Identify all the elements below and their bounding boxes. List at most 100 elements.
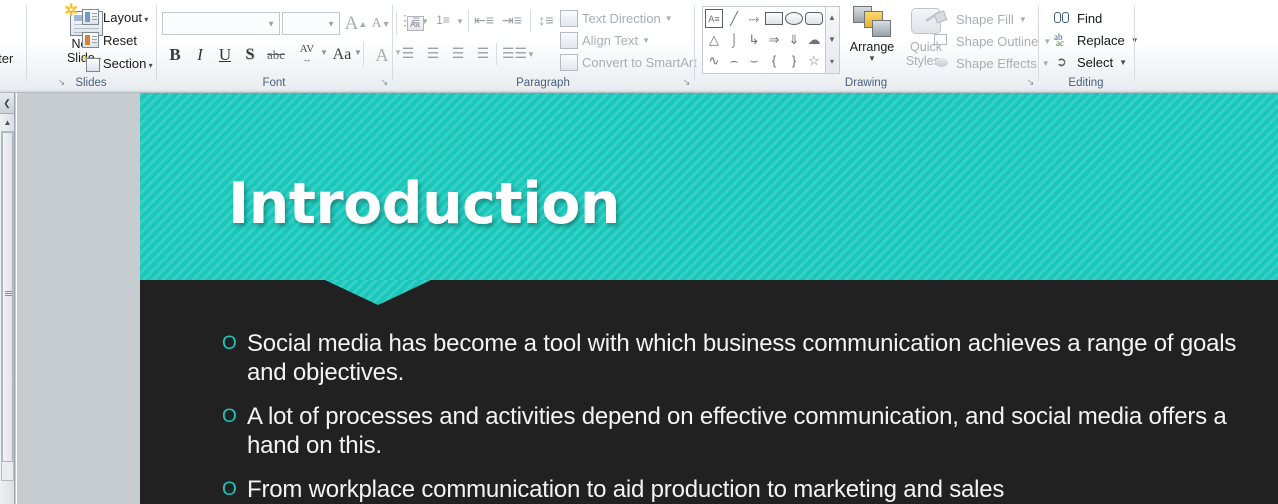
text-direction-button[interactable]: Text Direction ▼ <box>560 10 673 27</box>
chevron-down-icon[interactable]: ▼ <box>354 48 362 57</box>
list-item[interactable]: O From workplace communication to aid pr… <box>222 475 1262 504</box>
shapes-scroll-up-icon[interactable]: ▲ <box>826 7 838 28</box>
find-label: Find <box>1077 10 1103 26</box>
replace-label: Replace <box>1077 32 1125 48</box>
chevron-down-icon[interactable]: ▼ <box>320 48 328 57</box>
elbow-connector-shape-icon[interactable]: ⌡ <box>725 30 743 49</box>
rounded-rectangle-shape-icon[interactable] <box>805 12 823 25</box>
scribble-shape-icon[interactable]: ∿ <box>705 51 723 70</box>
ribbon-group-drawing: A≡ ╱ ⤑ △ ⌡ ↳ ⇒ ⇓ ☁ ∿ ⌢ ⌣ { } ☆ ▲ ▼ ▾ Arr… <box>694 0 1051 92</box>
ribbon: inter ✲ New Slide Layout Reset <box>0 0 1278 93</box>
font-name-combobox[interactable]: ▼ <box>162 12 280 35</box>
editing-group-label: Editing <box>1068 77 1104 89</box>
text-box-shape-icon[interactable]: A≡ <box>705 9 723 28</box>
elbow-arrow-connector-shape-icon[interactable]: ↳ <box>745 30 763 49</box>
select-button[interactable]: ➲ Select ▼ <box>1054 54 1127 70</box>
shape-fill-button[interactable]: Shape Fill ▼ <box>933 10 1027 27</box>
replace-button[interactable]: ab ac Replace ▼ <box>1054 32 1139 48</box>
font-color-button[interactable]: A <box>370 43 394 67</box>
change-case-label: Aa <box>332 46 352 63</box>
shapes-gallery[interactable]: A≡ ╱ ⤑ △ ⌡ ↳ ⇒ ⇓ ☁ ∿ ⌢ ⌣ { } ☆ <box>702 6 826 74</box>
grow-font-button[interactable]: A ▲ <box>344 12 368 35</box>
chevron-down-icon[interactable]: ▼ <box>421 17 429 26</box>
curve-shape-icon[interactable]: ⌢ <box>725 51 743 70</box>
shape-outline-icon <box>934 33 951 49</box>
slide-canvas[interactable]: Introduction O Social media has become a… <box>140 93 1278 504</box>
drawing-dialog-launcher[interactable] <box>1025 77 1036 88</box>
bold-button[interactable]: B <box>164 43 186 67</box>
italic-button[interactable]: I <box>189 43 211 67</box>
shapes-more-icon[interactable]: ▾ <box>826 51 838 72</box>
arrange-button[interactable]: Arrange ▼ <box>846 4 898 76</box>
shapes-gallery-scrollbar[interactable]: ▲ ▼ ▾ <box>826 6 840 74</box>
shrink-font-button[interactable]: A ▼ <box>369 12 393 35</box>
align-center-icon[interactable]: ☰ <box>423 44 443 62</box>
list-item[interactable]: O A lot of processes and activities depe… <box>222 402 1262 460</box>
align-right-icon[interactable]: ☰ <box>448 44 468 62</box>
font-dialog-launcher[interactable] <box>379 77 390 88</box>
shape-outline-button[interactable]: Shape Outline ▼ <box>934 33 1051 49</box>
layout-label: Layout <box>103 10 148 25</box>
pane-scrollbar-track[interactable] <box>1 131 14 481</box>
layout-button[interactable]: Layout <box>82 6 148 28</box>
scroll-up-button[interactable]: ▲ <box>1 115 14 130</box>
arc-shape-icon[interactable]: ⌣ <box>745 51 763 70</box>
pane-scrollbar-thumb[interactable] <box>2 132 13 462</box>
list-item[interactable]: O Social media has become a tool with wh… <box>222 329 1262 387</box>
shapes-scroll-down-icon[interactable]: ▼ <box>826 29 838 50</box>
layout-icon <box>82 9 99 25</box>
scrollbar-grip <box>5 291 12 297</box>
text-shadow-button[interactable]: S <box>239 43 261 67</box>
underline-button[interactable]: U <box>214 43 236 67</box>
down-arrow-shape-icon[interactable]: ⇓ <box>785 30 803 49</box>
bullet-text: Social media has become a tool with whic… <box>247 330 1237 386</box>
right-brace-shape-icon[interactable]: } <box>785 51 803 70</box>
paragraph-dialog-launcher[interactable] <box>681 77 692 88</box>
bullets-icon[interactable]: ⋮≡ <box>398 11 420 29</box>
justify-icon[interactable]: ☰ <box>473 44 493 62</box>
triangle-shape-icon[interactable]: △ <box>705 30 723 49</box>
section-label: Section <box>103 56 153 71</box>
convert-to-smartart-button[interactable]: Convert to SmartArt ▼ <box>560 54 709 71</box>
character-spacing-button[interactable]: AV ↔ <box>292 41 322 67</box>
arrow-line-shape-icon[interactable]: ⤑ <box>745 9 763 28</box>
divider <box>496 43 497 65</box>
numbering-icon[interactable]: 1≡ <box>433 11 453 29</box>
powerpoint-window: inter ✲ New Slide Layout Reset <box>0 0 1278 504</box>
oval-shape-icon[interactable] <box>785 12 803 25</box>
star-shape-icon[interactable]: ☆ <box>805 51 823 70</box>
cloud-shape-icon[interactable]: ☁ <box>805 30 823 49</box>
left-brace-shape-icon[interactable]: { <box>765 51 783 70</box>
chevron-down-icon[interactable]: ▼ <box>456 17 464 26</box>
select-label: Select <box>1077 54 1114 70</box>
grow-font-label: A <box>344 12 359 34</box>
find-button[interactable]: Find <box>1054 10 1102 26</box>
right-arrow-shape-icon[interactable]: ⇒ <box>765 30 783 49</box>
slide-body-placeholder[interactable]: O Social media has become a tool with wh… <box>222 329 1262 504</box>
reset-label: Reset <box>103 32 137 48</box>
strikethrough-button[interactable]: abc <box>263 44 289 66</box>
collapse-pane-button[interactable]: ❮ <box>0 93 14 114</box>
bullet-text: A lot of processes and activities depend… <box>247 403 1227 459</box>
line-spacing-icon[interactable]: ↕≡ <box>536 11 556 29</box>
shape-effects-button[interactable]: Shape Effects ▼ <box>934 55 1050 71</box>
section-button[interactable]: Section <box>81 52 153 74</box>
columns-icon[interactable]: ☰☰ <box>502 44 527 62</box>
group-divider <box>1134 5 1135 81</box>
rectangle-shape-icon[interactable] <box>765 12 783 25</box>
pane-body[interactable] <box>16 93 140 504</box>
chevron-down-icon[interactable]: ▼ <box>527 50 535 59</box>
align-left-icon[interactable]: ☰ <box>398 44 418 62</box>
increase-indent-icon[interactable]: ⇥≡ <box>502 11 522 29</box>
shape-outline-label: Shape Outline <box>956 33 1039 49</box>
shadow-label: S <box>245 46 255 63</box>
change-case-button[interactable]: Aa <box>328 43 356 67</box>
pane-rail: ❮ ▲ <box>0 93 15 504</box>
slide-title[interactable]: Introduction <box>228 171 621 237</box>
font-size-combobox[interactable]: ▼ <box>282 12 340 35</box>
align-text-button[interactable]: Align Text ▼ <box>560 32 650 49</box>
reset-button[interactable]: Reset <box>82 29 137 51</box>
decrease-indent-icon[interactable]: ⇤≡ <box>474 11 494 29</box>
character-spacing-label: AV <box>299 43 315 55</box>
line-shape-icon[interactable]: ╱ <box>725 9 743 28</box>
